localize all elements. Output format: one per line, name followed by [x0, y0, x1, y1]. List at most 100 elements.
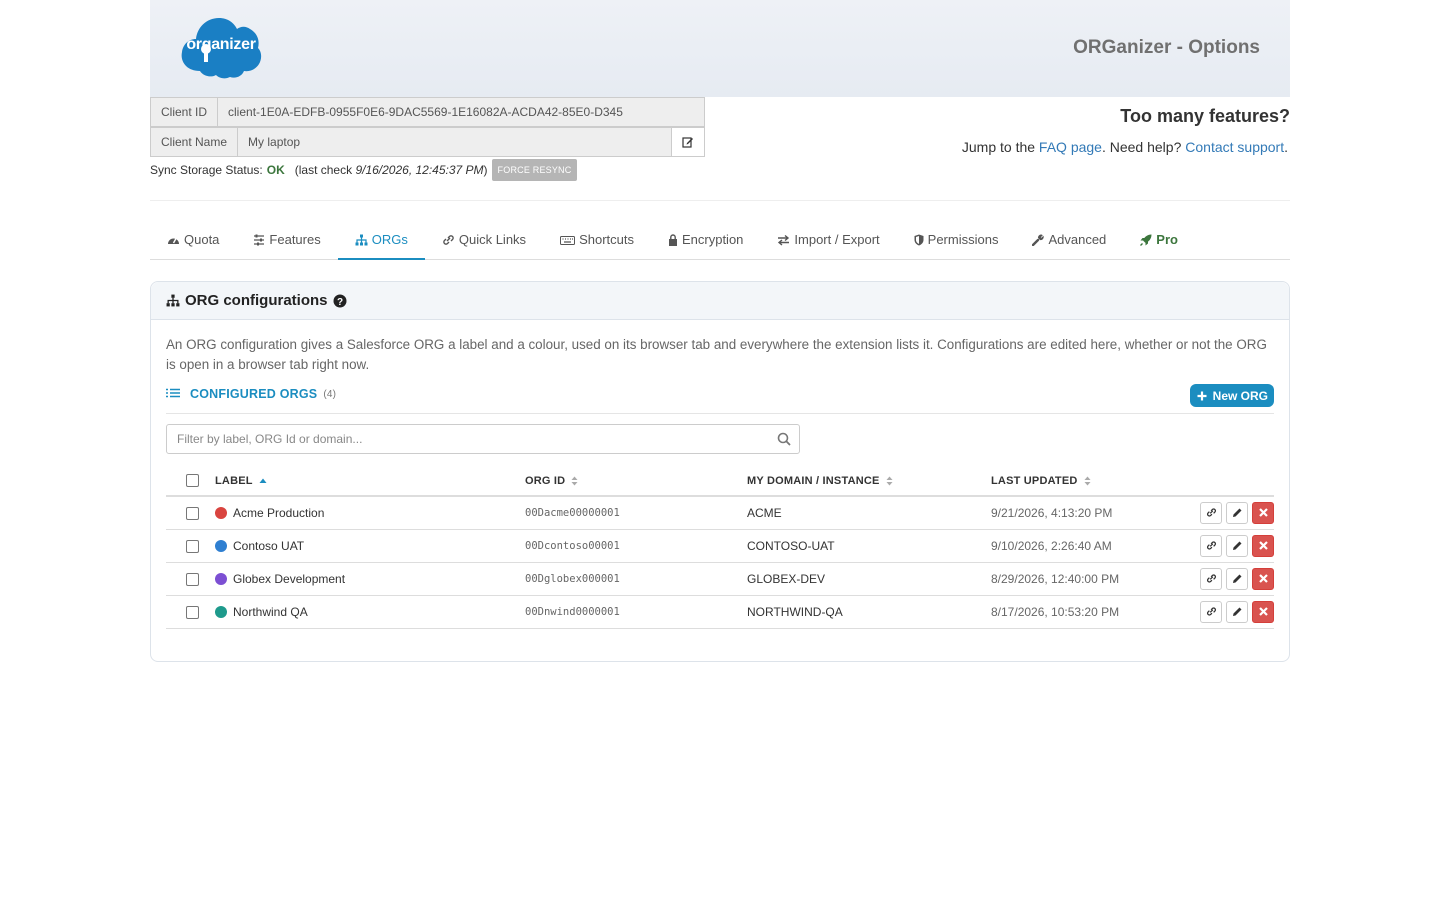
edit-button[interactable] — [1226, 567, 1248, 590]
wrench-icon — [1032, 234, 1045, 246]
tab-quota[interactable]: Quota — [150, 224, 236, 260]
help-icon[interactable]: ? — [333, 294, 347, 308]
svg-text:?: ? — [336, 297, 342, 308]
org-id: 00Dnwind0000001 — [525, 595, 747, 629]
faq-link[interactable]: FAQ page — [1039, 139, 1102, 155]
org-color-dot — [215, 605, 227, 618]
org-label: Contoso UAT — [233, 538, 305, 553]
tab-quick-links[interactable]: Quick Links — [425, 224, 543, 260]
dashboard-icon — [168, 238, 179, 244]
client-id-value: client-1E0A-EDFB-0955F0E6-9DAC5569-1E160… — [228, 105, 623, 119]
client-id-label: Client ID — [151, 98, 219, 126]
last-check-value: 9/16/2026, 12:45:37 PM — [355, 163, 484, 177]
tab-encryption[interactable]: Encryption — [651, 224, 760, 260]
divider — [150, 200, 1290, 201]
delete-button[interactable] — [1252, 567, 1274, 590]
col-actions — [1196, 466, 1274, 497]
delete-button[interactable] — [1252, 501, 1274, 524]
open-link-button[interactable] — [1200, 534, 1222, 557]
lock-icon — [668, 234, 677, 246]
section-count: (4) — [323, 388, 337, 400]
contact-support-link[interactable]: Contact support — [1185, 139, 1284, 155]
plus-icon — [1197, 391, 1207, 400]
org-updated: 8/29/2026, 12:40:00 PM — [991, 562, 1196, 596]
tab-label: Quota — [184, 232, 220, 247]
org-label: Globex Development — [233, 571, 346, 586]
select-all-cell — [166, 466, 215, 497]
tab-orgs[interactable]: ORGs — [337, 224, 425, 260]
table-row: Globex Development 00Dglobex000001 GLOBE… — [166, 562, 1274, 596]
new-org-button[interactable]: New ORG — [1189, 384, 1274, 407]
edit-icon — [682, 137, 693, 148]
orgs-table: LABEL ORG ID MY DOMAIN / INSTANCE LAST U… — [166, 466, 1274, 629]
close-icon — [1258, 508, 1268, 518]
sitemap-icon — [166, 294, 180, 307]
new-org-label: New ORG — [1212, 388, 1268, 403]
row-checkbox[interactable] — [186, 539, 199, 553]
tab-features[interactable]: Features — [236, 224, 337, 260]
client-name-field: Client Name My laptop — [150, 127, 705, 157]
link-icon — [1206, 574, 1216, 583]
org-updated: 9/21/2026, 4:13:20 PM — [991, 496, 1196, 530]
select-all-checkbox[interactable] — [186, 474, 199, 487]
client-name-label: Client Name — [151, 128, 239, 156]
org-updated: 9/10/2026, 2:26:40 AM — [991, 529, 1196, 563]
edit-button[interactable] — [1226, 501, 1248, 524]
filter-input[interactable] — [167, 425, 757, 453]
table-row: Northwind QA 00Dnwind0000001 NORTHWIND-Q… — [166, 595, 1274, 629]
edit-button[interactable] — [1226, 534, 1248, 557]
delete-button[interactable] — [1252, 534, 1274, 557]
org-domain: GLOBEX-DEV — [747, 562, 991, 596]
client-id-field: Client ID client-1E0A-EDFB-0955F0E6-9DAC… — [150, 97, 705, 127]
org-id: 00Dacme00000001 — [525, 496, 747, 530]
open-link-button[interactable] — [1200, 501, 1222, 524]
col-org-id[interactable]: ORG ID — [525, 466, 747, 497]
tab-pro[interactable]: Pro — [1123, 224, 1195, 260]
tab-import-export[interactable]: Import / Export — [760, 224, 896, 260]
tab-label: Shortcuts — [579, 232, 634, 247]
org-color-dot — [215, 572, 227, 585]
link-icon — [1206, 541, 1216, 550]
open-link-button[interactable] — [1200, 567, 1222, 590]
open-link-button[interactable] — [1200, 600, 1222, 623]
tab-label: Encryption — [681, 232, 744, 247]
org-domain: NORTHWIND-QA — [747, 595, 991, 629]
tab-label: Import / Export — [794, 232, 880, 247]
col-domain[interactable]: MY DOMAIN / INSTANCE — [747, 466, 991, 497]
row-checkbox[interactable] — [186, 506, 199, 520]
configured-orgs-bar: CONFIGURED ORGS (4) New ORG — [166, 384, 1274, 414]
help-text: Jump to the FAQ page. Need help? Contact… — [961, 139, 1288, 155]
org-color-dot — [215, 506, 227, 519]
panel-title: ORG configurations — [185, 292, 328, 309]
configured-orgs-title: CONFIGURED ORGS (4) — [166, 387, 336, 401]
client-name-value[interactable]: My laptop — [238, 128, 671, 156]
delete-button[interactable] — [1252, 600, 1274, 623]
org-label: Northwind QA — [233, 604, 308, 619]
panel-description: An ORG configuration gives a Salesforce … — [166, 337, 1267, 372]
search-icon — [777, 432, 791, 446]
shield-icon — [914, 234, 924, 246]
org-id: 00Dcontoso00001 — [525, 529, 747, 563]
help-box: Too many features? Jump to the FAQ page.… — [962, 106, 1290, 155]
row-checkbox[interactable] — [186, 572, 199, 586]
row-checkbox[interactable] — [186, 605, 199, 619]
org-color-dot — [215, 539, 227, 552]
close-icon — [1258, 607, 1268, 616]
edit-button[interactable] — [1226, 600, 1248, 623]
tab-shortcuts[interactable]: Shortcuts — [543, 224, 651, 260]
edit-client-name-button[interactable] — [671, 128, 704, 156]
col-last-updated[interactable]: LAST UPDATED — [991, 466, 1196, 497]
section-title: CONFIGURED ORGS — [190, 387, 318, 401]
tab-bar: Quota Features ORGs Quick Links Shortcut… — [150, 224, 1290, 260]
tab-advanced[interactable]: Advanced — [1015, 224, 1123, 260]
sync-status-value: OK — [266, 163, 285, 177]
org-id: 00Dglobex000001 — [525, 562, 747, 596]
col-label[interactable]: LABEL — [215, 466, 525, 497]
client-info: Client ID client-1E0A-EDFB-0955F0E6-9DAC… — [150, 97, 705, 181]
logo-text: organizer — [186, 36, 256, 53]
close-icon — [1258, 541, 1268, 550]
force-resync-button[interactable]: FORCE RESYNC — [491, 159, 578, 181]
table-row: Acme Production 00Dacme00000001 ACME 9/2… — [166, 496, 1274, 530]
tab-permissions[interactable]: Permissions — [897, 224, 1016, 260]
tab-label: Features — [269, 232, 321, 247]
